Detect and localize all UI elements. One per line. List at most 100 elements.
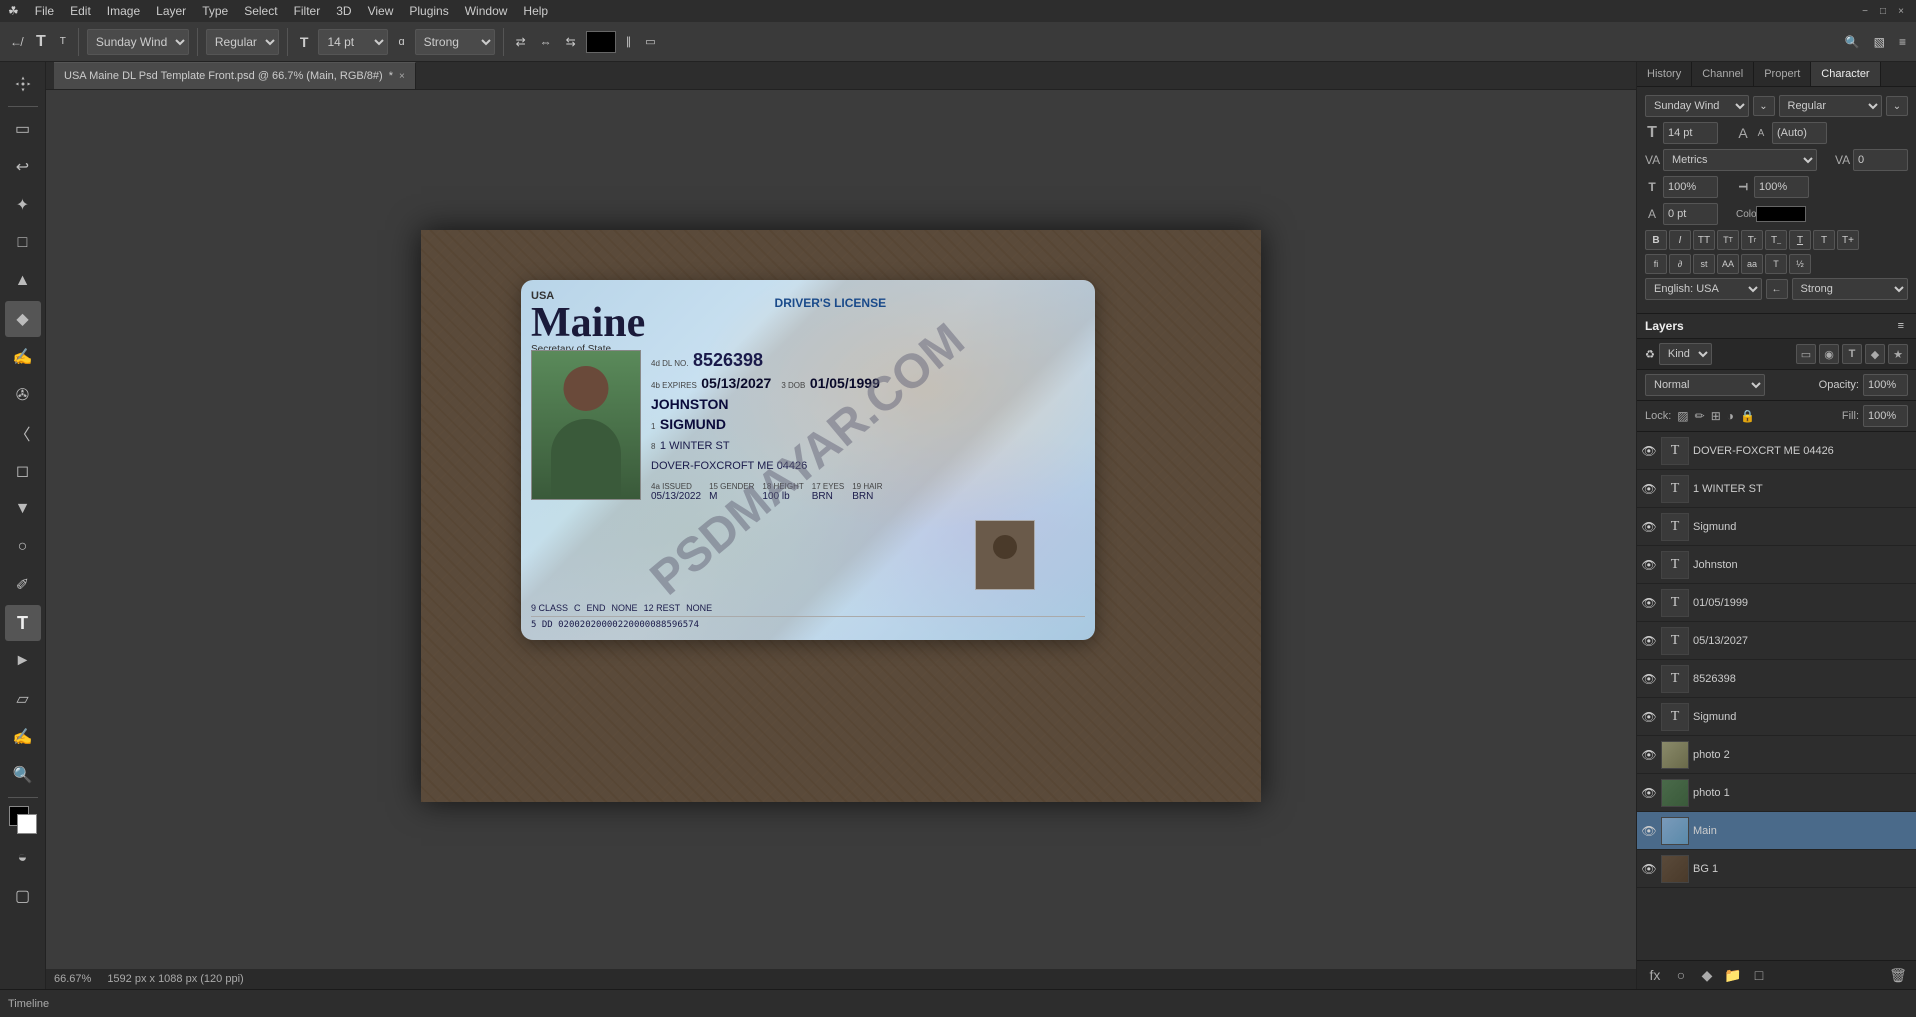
lock-artboard-icon[interactable]: ◑ [1727,409,1734,423]
char-font-style[interactable]: Regular [1779,95,1883,117]
dodge-tool[interactable]: ○ [5,529,41,565]
layer-item[interactable]: 👁 T 8526398 [1637,660,1916,698]
superscript-button[interactable]: Tr [1741,230,1763,250]
layer-visibility-toggle[interactable]: 👁 [1641,443,1657,459]
screen-mode-toggle[interactable]: ▢ [5,878,41,914]
text-size-toggle[interactable]: T [56,34,70,49]
layer-visibility-toggle[interactable]: 👁 [1641,709,1657,725]
panel-menu-button[interactable]: ≡ [1894,318,1908,334]
char-font-family[interactable]: Sunday Wind [1645,95,1749,117]
add-mask-button[interactable]: ○ [1671,965,1691,985]
new-layer-button[interactable]: □ [1749,965,1769,985]
bold-button[interactable]: B [1645,230,1667,250]
all-caps-button[interactable]: TT [1693,230,1715,250]
anti-alias-select[interactable]: Strong [415,29,495,55]
lock-position-icon[interactable]: ⊞ [1711,409,1721,423]
text-tool-icon[interactable]: T [32,31,50,53]
new-fill-button[interactable]: ◆ [1697,965,1717,985]
char-scale-v-input[interactable] [1754,176,1809,198]
special-t-button[interactable]: T [1765,254,1787,274]
font-family-select[interactable]: Sunday Wind [87,29,189,55]
layer-visibility-toggle[interactable]: 👁 [1641,861,1657,877]
menu-help[interactable]: Help [523,4,548,18]
char-style-dropdown[interactable]: ⌄ [1886,96,1908,116]
menu-view[interactable]: View [368,4,394,18]
layer-item[interactable]: 👁 T Sigmund [1637,508,1916,546]
layer-item[interactable]: 👁 T Sigmund [1637,698,1916,736]
delete-layer-button[interactable]: 🗑 [1888,965,1908,985]
quick-mask-toggle[interactable]: ◒ [5,840,41,876]
filter-pixel-btn[interactable]: ▭ [1796,344,1816,364]
menu-edit[interactable]: Edit [70,4,91,18]
subscript-button[interactable]: T_ [1765,230,1787,250]
opacity-input[interactable] [1863,374,1908,396]
lasso-tool[interactable]: ↩ [5,149,41,185]
menu-file[interactable]: File [35,4,54,18]
layer-visibility-toggle[interactable]: 👁 [1641,557,1657,573]
char-language-select[interactable]: English: USA [1645,278,1762,300]
lock-transparent-icon[interactable]: ▨ [1677,409,1688,423]
app-icon[interactable]: ☘ [8,4,19,18]
eyedropper-tool[interactable]: ▲ [5,263,41,299]
menu-window[interactable]: Window [465,4,508,18]
small-caps-button[interactable]: TT [1717,230,1739,250]
discretionary-button[interactable]: ∂ [1669,254,1691,274]
font-size-select[interactable]: 14 pt [318,29,388,55]
shape-tool[interactable]: ▱ [5,681,41,717]
char-font-dropdown[interactable]: ⌄ [1753,96,1775,116]
menu-layer[interactable]: Layer [156,4,186,18]
tab-propert[interactable]: Propert [1754,62,1811,86]
italic-button[interactable]: I [1669,230,1691,250]
align-left-button[interactable]: ⇄ [512,33,530,51]
fraction-button[interactable]: ½ [1789,254,1811,274]
layer-visibility-toggle[interactable]: 👁 [1641,671,1657,687]
foreground-color[interactable] [5,802,41,838]
filter-text-btn[interactable]: T [1842,344,1862,364]
old-style-button[interactable]: st [1693,254,1715,274]
layer-visibility-toggle[interactable]: 👁 [1641,595,1657,611]
char-baseline-input[interactable] [1663,203,1718,225]
move-tool[interactable] [5,66,41,102]
text-tool[interactable]: T [5,605,41,641]
tab-channel[interactable]: Channel [1692,62,1754,86]
char-tracking-select[interactable]: Metrics [1663,149,1817,171]
underline-button[interactable]: T [1789,230,1811,250]
menu-filter[interactable]: Filter [294,4,321,18]
baseline-aa-lower-button[interactable]: aa [1741,254,1763,274]
tab-character[interactable]: Character [1811,62,1880,86]
layer-item[interactable]: 👁 T 05/13/2027 [1637,622,1916,660]
history-brush-tool[interactable]: 〈 [5,415,41,451]
layer-visibility-toggle[interactable]: 👁 [1641,747,1657,763]
3d-text-button[interactable]: ▭ [641,33,659,50]
layer-visibility-toggle[interactable]: 👁 [1641,823,1657,839]
layer-item[interactable]: 👁 T 01/05/1999 [1637,584,1916,622]
tab-history[interactable]: History [1637,62,1692,86]
blend-mode-select[interactable]: Normal [1645,374,1765,396]
crop-tool[interactable]: □ [5,225,41,261]
layer-visibility-toggle[interactable]: 👁 [1641,481,1657,497]
new-group-button[interactable]: 📁 [1723,965,1743,985]
menu-image[interactable]: Image [107,4,140,18]
layer-item[interactable]: 👁 BG 1 [1637,850,1916,888]
char-color-swatch[interactable] [1756,206,1806,222]
clone-stamp-tool[interactable]: ✇ [5,377,41,413]
char-scale-h-input[interactable] [1663,176,1718,198]
baseline-aa-button[interactable]: AA [1717,254,1739,274]
char-lang-icon[interactable]: ← [1766,279,1788,299]
pen-tool[interactable]: ✐ [5,567,41,603]
align-right-button[interactable]: ⇆ [562,33,580,51]
filter-shape-btn[interactable]: ◆ [1865,344,1885,364]
align-center-button[interactable]: ⇔ [536,33,556,51]
marquee-tool[interactable]: ▭ [5,111,41,147]
quick-select-tool[interactable]: ✦ [5,187,41,223]
healing-tool[interactable]: ◆ [5,301,41,337]
baseline-toggle[interactable]: ∥ [622,33,636,50]
layer-visibility-toggle[interactable]: 👁 [1641,785,1657,801]
layer-item-main[interactable]: 👁 Main [1637,812,1916,850]
move-tool-options[interactable]: ↚ [6,33,26,51]
filter-adjust-btn[interactable]: ◉ [1819,344,1839,364]
char-antialias-select[interactable]: Strong [1792,278,1909,300]
char-kerning-input[interactable] [1853,149,1908,171]
layer-kind-select[interactable]: Kind [1659,343,1712,365]
add-fx-button[interactable]: fx [1645,965,1665,985]
